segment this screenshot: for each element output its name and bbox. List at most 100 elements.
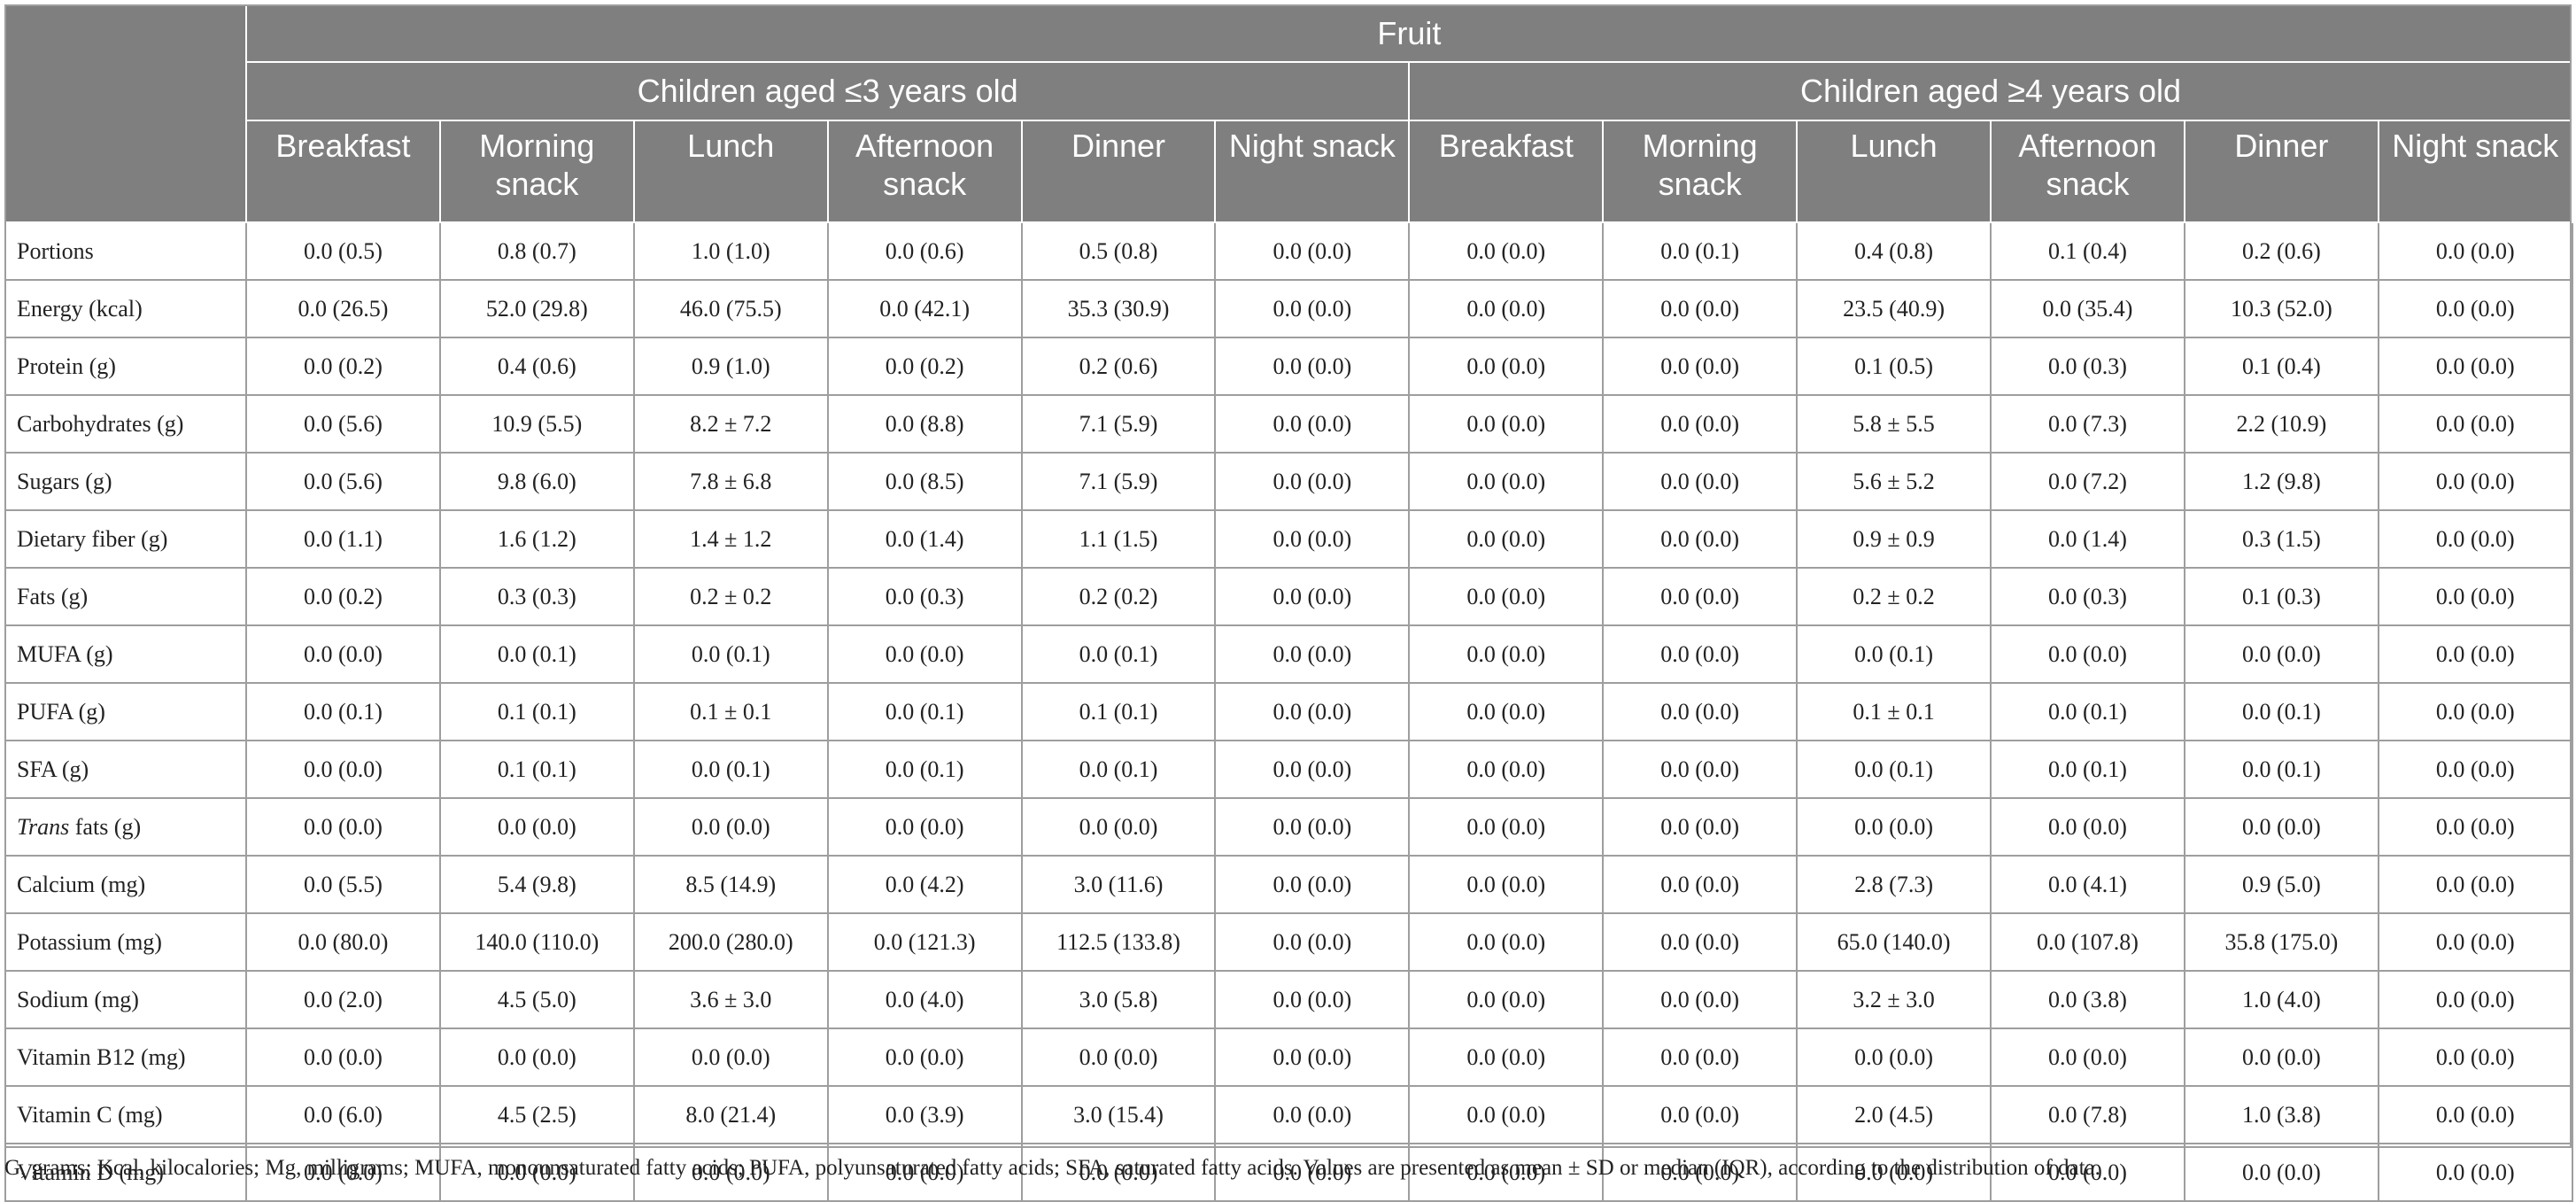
table-cell: 1.1 (1.5) (1020, 509, 1217, 569)
table-cell: 0.0 (0.0) (2183, 1028, 2379, 1087)
table-cell: 0.0 (0.0) (1602, 912, 1799, 972)
row-label: Vitamin C (mg) (4, 1085, 247, 1144)
table-cell: 0.0 (0.0) (1214, 337, 1411, 396)
table-cell: 0.0 (0.0) (1214, 567, 1411, 626)
meal-header: Lunch (632, 120, 829, 223)
table-cell: 0.0 (0.0) (1214, 912, 1411, 972)
table-cell: 0.0 (0.0) (1602, 279, 1799, 338)
table-cell: 0.0 (0.0) (1408, 1085, 1605, 1144)
table-cell: 0.0 (0.1) (1020, 624, 1217, 684)
table-row: Carbohydrates (g) 0.0 (5.6) 10.9 (5.5) 8.2 … (4, 394, 2573, 454)
table-cell: 0.0 (0.0) (1214, 452, 1411, 511)
table-cell: 0.2 (0.2) (1020, 567, 1217, 626)
table-cell: 7.1 (5.9) (1020, 452, 1217, 511)
meal-header: Afternoon snack (826, 120, 1023, 223)
table-row: Vitamin B12 (mg) 0.0 (0.0) 0.0 (0.0) 0.0 (0… (4, 1028, 2573, 1087)
table-cell: 0.0 (0.0) (1020, 797, 1217, 857)
table-cell: 0.1 ± 0.1 (1796, 682, 1992, 741)
table-cell: 0.0 (0.0) (1990, 797, 2185, 857)
table-cell: 0.0 (0.1) (438, 624, 635, 684)
table-cell: 7.1 (5.9) (1020, 394, 1217, 454)
table-cell: 0.0 (0.1) (1796, 740, 1992, 799)
table-cell: 0.0 (0.0) (1602, 1085, 1799, 1144)
table-cell: 0.0 (1.4) (826, 509, 1023, 569)
table-cell: 2.8 (7.3) (1796, 855, 1992, 914)
table-cell: 0.0 (0.0) (2377, 279, 2573, 338)
table-row: MUFA (g) 0.0 (0.0) 0.0 (0.1) 0.0 (0.1) 0.0 (… (4, 624, 2573, 684)
table-cell: 1.4 ± 1.2 (632, 509, 829, 569)
table-cell: 0.0 (0.0) (1602, 1028, 1799, 1087)
table-cell: 0.0 (0.0) (2377, 912, 2573, 972)
table-cell: 0.0 (0.0) (2377, 1028, 2573, 1087)
table-cell: 0.0 (0.1) (245, 682, 441, 741)
table-cell: 0.0 (0.0) (2377, 509, 2573, 569)
table-cell: 0.0 (0.0) (1602, 452, 1799, 511)
table-cell: 0.2 (0.6) (2183, 221, 2379, 281)
table-cell: 0.0 (0.0) (2377, 567, 2573, 626)
table-cell: 0.0 (0.0) (1214, 394, 1411, 454)
table-cell: 8.2 ± 7.2 (632, 394, 829, 454)
meal-header: Night snack (1214, 120, 1411, 223)
table-cell: 0.0 (35.4) (1990, 279, 2185, 338)
table-cell: 0.0 (8.5) (826, 452, 1023, 511)
table-cell: 0.0 (42.1) (826, 279, 1023, 338)
table-cell: 0.0 (0.0) (632, 1028, 829, 1087)
table-cell: 0.0 (0.0) (245, 624, 441, 684)
table-cell: 2.0 (4.5) (1796, 1085, 1992, 1144)
table-cell: 0.0 (0.0) (1408, 624, 1605, 684)
row-label: PUFA (g) (4, 682, 247, 741)
table-cell: 0.0 (0.1) (2183, 682, 2379, 741)
table-cell: 0.1 (0.4) (1990, 221, 2185, 281)
meal-header: Breakfast (1408, 120, 1605, 223)
table-cell: 3.6 ± 3.0 (632, 970, 829, 1029)
table-cell: 0.0 (3.8) (1990, 970, 2185, 1029)
table-cell: 10.3 (52.0) (2183, 279, 2379, 338)
table-row: Fats (g) 0.0 (0.2) 0.3 (0.3) 0.2 ± 0.2 0.0 (… (4, 567, 2573, 626)
age-group-header-young: Children aged ≤3 years old (244, 61, 1411, 121)
table-cell: 0.3 (1.5) (2183, 509, 2379, 569)
table-cell: 0.2 (0.6) (1020, 337, 1217, 396)
table-cell: 0.0 (0.0) (826, 797, 1023, 857)
table-row: PUFA (g) 0.0 (0.1) 0.1 (0.1) 0.1 ± 0.1 0.0 (… (4, 682, 2573, 741)
row-label: Energy (kcal) (4, 279, 247, 338)
table-cell: 0.0 (0.0) (1020, 1028, 1217, 1087)
meal-header: Morning snack (1602, 120, 1799, 223)
table-cell: 0.0 (0.0) (826, 1028, 1023, 1087)
table-cell: 200.0 (280.0) (632, 912, 829, 972)
table-cell: 0.0 (0.0) (1408, 682, 1605, 741)
table-cell: 0.0 (1.1) (245, 509, 441, 569)
table-cell: 0.0 (5.5) (245, 855, 441, 914)
table-cell: 0.0 (0.0) (2377, 452, 2573, 511)
table-cell: 0.0 (0.0) (632, 797, 829, 857)
row-label: Sodium (mg) (4, 970, 247, 1029)
table-cell: 0.0 (0.0) (1214, 855, 1411, 914)
row-label: Sugars (g) (4, 452, 247, 511)
table-cell: 0.0 (0.0) (1602, 567, 1799, 626)
table-cell: 0.0 (0.1) (1020, 740, 1217, 799)
table-row: SFA (g) 0.0 (0.0) 0.1 (0.1) 0.0 (0.1) 0.0 (0… (4, 740, 2573, 799)
table-cell: 0.0 (0.0) (2377, 855, 2573, 914)
table-cell: 0.1 (0.5) (1796, 337, 1992, 396)
table-cell: 0.0 (0.0) (1796, 1028, 1992, 1087)
table-cell: 0.0 (0.0) (1214, 279, 1411, 338)
table-cell: 0.0 (0.0) (2377, 1143, 2573, 1202)
table-cell: 0.0 (0.0) (2377, 740, 2573, 799)
table-cell: 0.0 (0.0) (1602, 855, 1799, 914)
table-cell: 0.0 (1.4) (1990, 509, 2185, 569)
table-cell: 0.0 (0.0) (1602, 394, 1799, 454)
table-cell: 0.0 (0.0) (1408, 452, 1605, 511)
table-cell: 0.0 (0.1) (1796, 624, 1992, 684)
meal-header: Afternoon snack (1990, 120, 2185, 223)
table-cell: 10.9 (5.5) (438, 394, 635, 454)
table-cell: 0.0 (0.1) (2183, 740, 2379, 799)
table-cell: 4.5 (5.0) (438, 970, 635, 1029)
table-cell: 0.2 ± 0.2 (632, 567, 829, 626)
table-cell: 52.0 (29.8) (438, 279, 635, 338)
table-cell: 0.9 (1.0) (632, 337, 829, 396)
age-group-header-old: Children aged ≥4 years old (1408, 61, 2573, 121)
table-cell: 0.0 (0.0) (1214, 797, 1411, 857)
row-label: Calcium (mg) (4, 855, 247, 914)
table-cell: 35.3 (30.9) (1020, 279, 1217, 338)
table-cell: 0.0 (0.0) (2377, 624, 2573, 684)
table-cell: 0.0 (0.1) (632, 740, 829, 799)
